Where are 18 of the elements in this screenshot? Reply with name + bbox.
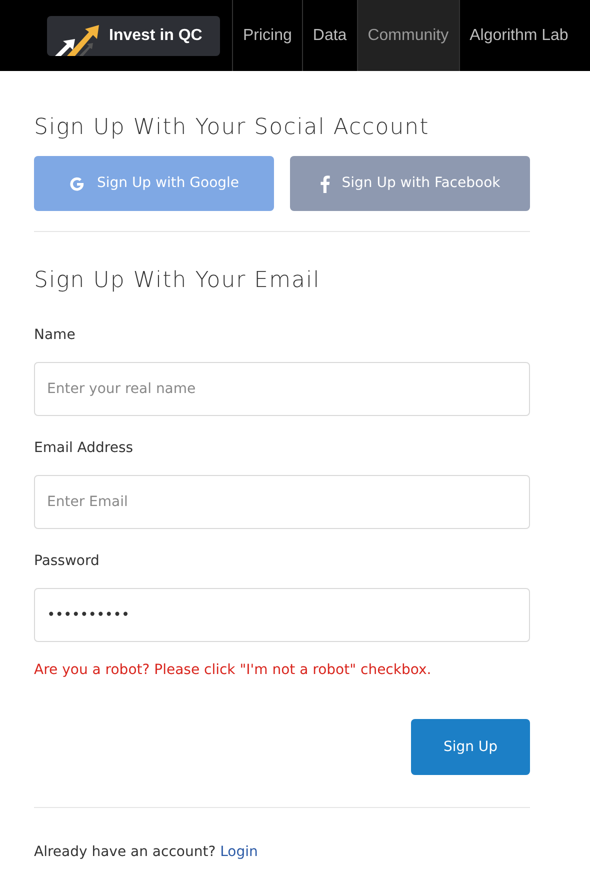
facebook-f-icon <box>320 174 330 192</box>
sign-up-button[interactable]: Sign Up <box>411 719 530 775</box>
nav-tab[interactable]: Algorithm Lab <box>458 0 578 71</box>
input-field[interactable]: Enter your real name <box>34 362 530 416</box>
input-field[interactable]: •••••••••• <box>34 588 530 642</box>
section-heading: Sign Up With Your Social Account <box>34 114 430 142</box>
google-g-icon <box>68 176 85 192</box>
invest-in-qc-logo-button[interactable]: Invest in QC <box>47 16 220 56</box>
field-label: Name <box>34 326 76 345</box>
field-label: Password <box>34 552 100 571</box>
error-message: Are you a robot? Please click "I'm not a robot" checkbox. <box>34 661 432 680</box>
field-label: Email Address <box>34 439 134 458</box>
login-link[interactable]: Login <box>220 844 258 860</box>
input-field[interactable]: Enter Email <box>34 475 530 529</box>
section-heading: Sign Up With Your Email <box>34 267 322 295</box>
nav-tab[interactable]: Community <box>356 0 459 71</box>
nav-tab[interactable]: Pricing <box>232 0 302 71</box>
login-prompt: Already have an account? Login <box>34 843 259 862</box>
